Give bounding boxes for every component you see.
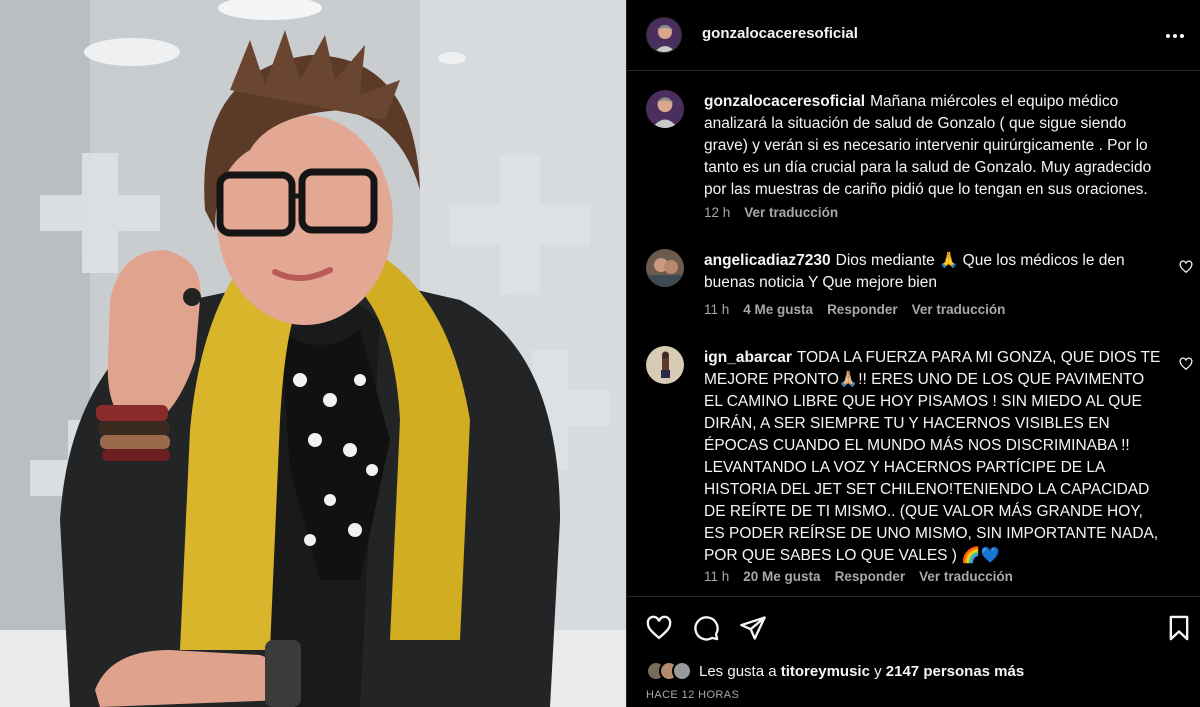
- comment-translate-link[interactable]: Ver traducción: [912, 302, 1006, 317]
- comment-likes-count[interactable]: 20 Me gusta: [743, 569, 820, 584]
- caption-author-avatar[interactable]: [646, 90, 684, 128]
- instagram-post: gonzalocaceresoficial gonzalocaceresofic…: [0, 0, 1200, 707]
- heart-icon[interactable]: [645, 614, 673, 642]
- post-header: gonzalocaceresoficial: [627, 0, 1200, 71]
- more-horizontal-icon[interactable]: [1163, 24, 1187, 48]
- caption-text-block: gonzalocaceresoficial Mañana miércoles el…: [704, 91, 1164, 201]
- caption-translate-link[interactable]: Ver traducción: [744, 205, 838, 220]
- comment-likes-count[interactable]: 4 Me gusta: [743, 302, 813, 317]
- author-avatar[interactable]: [646, 17, 682, 53]
- comment-username[interactable]: ign_abarcar: [704, 349, 792, 366]
- commenter-avatar[interactable]: [646, 346, 684, 384]
- comment-reply-button[interactable]: Responder: [827, 302, 898, 317]
- comment-time[interactable]: 11 h: [704, 302, 729, 317]
- comment-meta: 11 h 4 Me gusta Responder Ver traducción: [704, 302, 1005, 317]
- post-timestamp[interactable]: HACE 12 HORAS: [646, 689, 739, 701]
- comment-username[interactable]: angelicadiaz7230: [704, 252, 831, 269]
- portrait-illustration: [0, 0, 626, 707]
- likes-text: Les gusta a titoreymusic y 2147 personas…: [699, 663, 1024, 680]
- post-details-panel: gonzalocaceresoficial gonzalocaceresofic…: [626, 0, 1200, 707]
- author-username[interactable]: gonzalocaceresoficial: [702, 25, 858, 42]
- likes-summary[interactable]: Les gusta a titoreymusic y 2147 personas…: [646, 661, 1024, 681]
- comment-like-heart-icon[interactable]: [1179, 357, 1193, 371]
- comment-translate-link[interactable]: Ver traducción: [919, 569, 1013, 584]
- comment-meta: 11 h 20 Me gusta Responder Ver traducció…: [704, 569, 1013, 584]
- likes-middle: y: [874, 662, 882, 680]
- comment-text-block: ign_abarcar TODA LA FUERZA PARA MI GONZA,…: [704, 347, 1164, 567]
- likes-others[interactable]: 2147 personas más: [886, 663, 1024, 680]
- likes-prefix: Les gusta a: [699, 662, 777, 680]
- share-icon[interactable]: [739, 614, 767, 642]
- caption-username[interactable]: gonzalocaceresoficial: [704, 93, 865, 110]
- bookmark-icon[interactable]: [1165, 614, 1193, 642]
- comment-text: TODA LA FUERZA PARA MI GONZA, QUE DIOS T…: [704, 349, 1161, 564]
- comment-time[interactable]: 11 h: [704, 569, 729, 584]
- comment-text-block: angelicadiaz7230 Dios mediante 🙏 Que los …: [704, 250, 1164, 294]
- comment-icon[interactable]: [692, 614, 720, 642]
- likes-user[interactable]: titoreymusic: [781, 663, 870, 680]
- caption-time[interactable]: 12 h: [704, 205, 730, 220]
- liker-avatar: [672, 661, 692, 681]
- caption-meta: 12 h Ver traducción: [704, 205, 838, 220]
- post-photo[interactable]: [0, 0, 626, 707]
- commenter-avatar[interactable]: [646, 249, 684, 287]
- comment-reply-button[interactable]: Responder: [835, 569, 906, 584]
- comment-like-heart-icon[interactable]: [1179, 260, 1193, 274]
